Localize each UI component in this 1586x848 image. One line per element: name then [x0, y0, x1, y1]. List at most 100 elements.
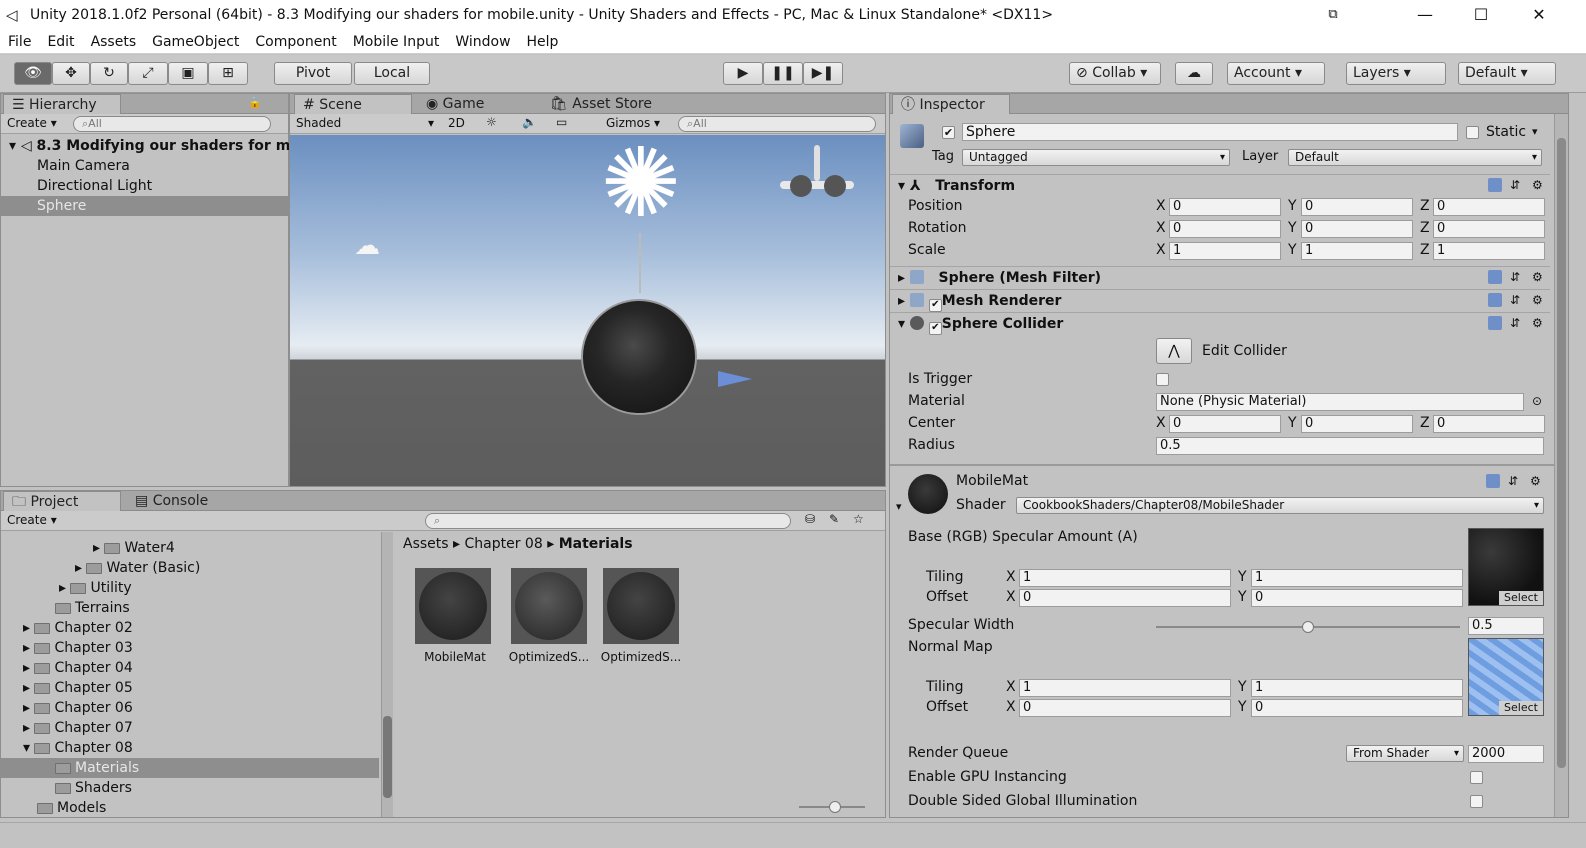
base-tiling-x-input[interactable]: 1: [1019, 569, 1231, 587]
preset-icon[interactable]: ⇵: [1510, 291, 1520, 309]
normal-offset-x-input[interactable]: 0: [1019, 699, 1231, 717]
preset-icon[interactable]: ⇵: [1510, 268, 1520, 286]
lock-icon[interactable]: 🔒: [248, 96, 262, 109]
folder-chapter-02[interactable]: ▸ Chapter 02: [1, 618, 133, 638]
folder-terrains[interactable]: Terrains: [1, 598, 130, 618]
gizmos-dropdown[interactable]: Gizmos ▾: [606, 116, 660, 130]
scale-z-input[interactable]: 1: [1433, 242, 1545, 260]
asset-optimized-1[interactable]: OptimizedS...: [507, 568, 591, 664]
specular-width-slider-knob[interactable]: [1302, 621, 1314, 633]
menu-component[interactable]: Component: [247, 34, 344, 50]
close-button[interactable]: ✕: [1516, 0, 1562, 30]
menu-mobile-input[interactable]: Mobile Input: [345, 34, 448, 50]
double-sided-gi-checkbox[interactable]: [1470, 795, 1483, 808]
tab-scene[interactable]: # Scene: [294, 94, 412, 114]
position-y-input[interactable]: 0: [1301, 198, 1413, 216]
account-dropdown[interactable]: Account ▾: [1227, 62, 1325, 85]
tree-scrollbar-thumb[interactable]: [383, 716, 392, 798]
pivot-toggle[interactable]: Pivot: [274, 62, 352, 85]
center-x-input[interactable]: 0: [1169, 415, 1281, 433]
help-icon[interactable]: [1488, 178, 1502, 192]
restore-window-icon[interactable]: ⧉: [1310, 0, 1356, 30]
rect-tool-button[interactable]: ▣: [168, 62, 208, 85]
object-name-input[interactable]: Sphere: [962, 123, 1458, 141]
radius-input[interactable]: 0.5: [1156, 437, 1544, 455]
sphere-object[interactable]: [581, 299, 697, 415]
scale-y-input[interactable]: 1: [1301, 242, 1413, 260]
lighting-toggle-icon[interactable]: ☼: [486, 115, 497, 129]
directional-light-icon[interactable]: ✺: [586, 135, 696, 245]
slider-knob[interactable]: [829, 801, 841, 813]
help-icon[interactable]: [1486, 474, 1500, 488]
scale-x-input[interactable]: 1: [1169, 242, 1281, 260]
shading-mode-dropdown[interactable]: Shaded ▾: [296, 116, 436, 130]
position-x-input[interactable]: 0: [1169, 198, 1281, 216]
tag-dropdown[interactable]: Untagged: [962, 149, 1230, 166]
minimize-button[interactable]: —: [1402, 0, 1448, 30]
asset-mobilemat[interactable]: MobileMat: [415, 568, 495, 664]
edit-collider-button[interactable]: ⋀: [1156, 338, 1192, 364]
menu-help[interactable]: Help: [519, 34, 567, 50]
base-offset-y-input[interactable]: 0: [1251, 589, 1463, 607]
folder-utility[interactable]: ▸ Utility: [1, 578, 132, 598]
collider-material-field[interactable]: None (Physic Material): [1156, 393, 1524, 411]
hand-tool-button[interactable]: 👁: [14, 62, 52, 85]
filter-type-icon[interactable]: ⛁: [805, 512, 815, 526]
hierarchy-item-sphere[interactable]: Sphere: [1, 196, 288, 216]
play-button[interactable]: ▶: [723, 62, 763, 85]
layers-dropdown[interactable]: Layers ▾: [1346, 62, 1446, 85]
2d-toggle[interactable]: 2D: [448, 116, 465, 130]
static-checkbox[interactable]: [1466, 126, 1479, 139]
mesh-renderer-checkbox[interactable]: ✔: [928, 299, 942, 312]
static-dropdown-arrow[interactable]: ▾: [1532, 123, 1538, 141]
settings-gear-icon[interactable]: ⚙: [1530, 472, 1541, 490]
normal-tiling-y-input[interactable]: 1: [1251, 679, 1463, 697]
tab-hierarchy[interactable]: ☰ Hierarchy: [3, 94, 121, 114]
menu-window[interactable]: Window: [447, 34, 518, 50]
filter-label-icon[interactable]: ✎: [829, 512, 839, 526]
effects-toggle-icon[interactable]: ▭: [556, 115, 567, 129]
normal-tiling-x-input[interactable]: 1: [1019, 679, 1231, 697]
preset-icon[interactable]: ⇵: [1510, 314, 1520, 332]
folder-water4[interactable]: ▸ Water4: [1, 538, 175, 558]
folder-chapter-08[interactable]: ▾ Chapter 08: [1, 738, 133, 758]
breadcrumb-assets[interactable]: Assets: [403, 536, 449, 552]
menu-file[interactable]: File: [0, 34, 39, 50]
breadcrumb-materials[interactable]: Materials: [559, 536, 633, 552]
move-handle-x-arrow[interactable]: [718, 371, 752, 387]
position-z-input[interactable]: 0: [1433, 198, 1545, 216]
folder-shaders[interactable]: Shaders: [1, 778, 132, 798]
folder-models[interactable]: Models: [1, 798, 106, 817]
hierarchy-create-button[interactable]: Create ▾: [7, 116, 57, 130]
transform-header[interactable]: ▾ ⅄ Transform: [890, 174, 1550, 196]
is-trigger-checkbox[interactable]: [1156, 373, 1169, 386]
folder-chapter-04[interactable]: ▸ Chapter 04: [1, 658, 133, 678]
favorite-icon[interactable]: ☆: [853, 512, 864, 526]
settings-gear-icon[interactable]: ⚙: [1532, 291, 1543, 309]
menu-edit[interactable]: Edit: [39, 34, 82, 50]
specular-width-slider[interactable]: [1156, 621, 1460, 633]
hierarchy-search-input[interactable]: ⌕All: [73, 116, 271, 132]
tab-project[interactable]: 🗀 Project: [3, 491, 121, 511]
inspector-scrollbar-thumb[interactable]: [1557, 138, 1566, 768]
project-create-button[interactable]: Create ▾: [7, 513, 57, 527]
scale-tool-button[interactable]: ⤢: [128, 62, 168, 85]
move-tool-button[interactable]: ✥: [52, 62, 90, 85]
menu-gameobject[interactable]: GameObject: [144, 34, 247, 50]
pause-button[interactable]: ❚❚: [763, 62, 803, 85]
preset-icon[interactable]: ⇵: [1510, 176, 1520, 194]
scene-gizmo[interactable]: [780, 145, 860, 225]
normal-map-select-button[interactable]: Select: [1499, 701, 1543, 715]
rotate-tool-button[interactable]: ↻: [90, 62, 128, 85]
rotation-x-input[interactable]: 0: [1169, 220, 1281, 238]
base-tiling-y-input[interactable]: 1: [1251, 569, 1463, 587]
transform-tool-button[interactable]: ⊞: [208, 62, 248, 85]
local-toggle[interactable]: Local: [354, 62, 430, 85]
settings-gear-icon[interactable]: ⚙: [1532, 268, 1543, 286]
cloud-button[interactable]: ☁: [1175, 62, 1213, 85]
settings-gear-icon[interactable]: ⚙: [1532, 176, 1543, 194]
rotation-y-input[interactable]: 0: [1301, 220, 1413, 238]
center-y-input[interactable]: 0: [1301, 415, 1413, 433]
sphere-collider-checkbox[interactable]: ✔: [928, 322, 942, 335]
breadcrumb-chapter-08[interactable]: Chapter 08: [465, 536, 543, 552]
